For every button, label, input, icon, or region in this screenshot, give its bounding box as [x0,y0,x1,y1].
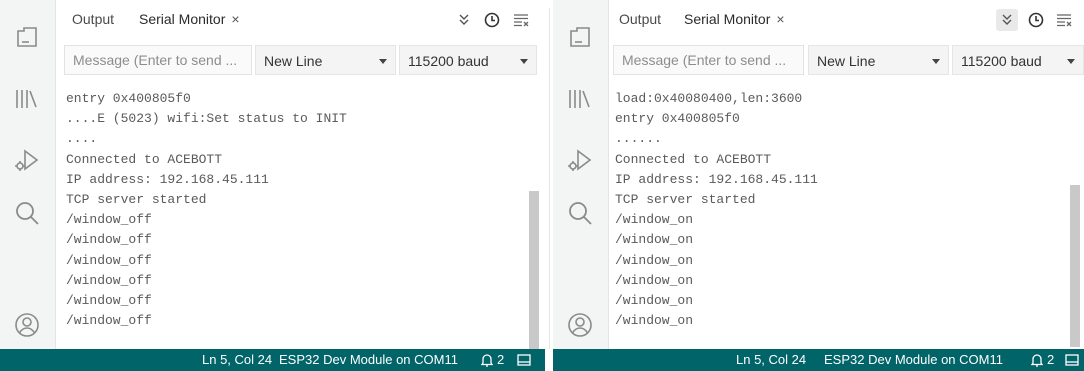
baud-rate-select[interactable]: 115200 baud [952,45,1084,75]
chevron-down-icon [379,59,387,64]
panel-tabbar: Output Serial Monitor × [609,0,1084,38]
log-line: TCP server started [66,191,207,207]
log-line: entry 0x400805f0 [66,91,191,106]
tab-serial-monitor[interactable]: Serial Monitor × [684,11,785,27]
sketchbook-icon[interactable] [12,22,42,52]
log-line: IP address: 192.168.45.111 [66,171,269,187]
clear-output-icon[interactable] [510,9,532,31]
line-ending-select[interactable]: New Line [808,45,949,75]
tab-serial-monitor-label: Serial Monitor [139,11,226,27]
log-line: /window_off [66,292,152,308]
status-bar: Ln 5, Col 24 ESP32 Dev Module on COM11 2 [0,349,545,371]
log-line: Connected to ACEBOTT [66,151,223,167]
log-line: TCP server started [615,191,756,207]
chevron-down-icon [1067,59,1075,64]
log-line: /window_on [615,313,694,329]
tab-output[interactable]: Output [619,11,661,27]
status-bar: Ln 5, Col 24 ESP32 Dev Module on COM11 2 [553,349,1084,371]
log-line: /window_off [66,212,152,228]
serial-log: entry 0x400805f0 ....E (5023) wifi:Set s… [66,89,347,331]
baud-rate-value: 115200 baud [408,53,489,69]
clear-output-icon[interactable] [1053,9,1075,31]
chevron-down-icon [520,59,528,64]
log-line: /window_on [615,232,694,248]
activity-bar [553,0,609,349]
chevron-down-icon [932,59,940,64]
divider-rule [549,8,550,349]
cursor-position[interactable]: Ln 5, Col 24 [736,352,806,367]
line-ending-value: New Line [264,53,323,69]
line-ending-select[interactable]: New Line [255,45,396,75]
search-icon[interactable] [565,198,595,228]
log-line: /window_on [615,292,694,308]
notification-count: 2 [1047,352,1055,367]
log-line: /window_off [66,272,152,288]
library-manager-icon[interactable] [12,84,42,114]
autoscroll-icon[interactable] [453,9,475,31]
log-line: entry 0x400805f0 [615,111,740,127]
window-divider [545,0,553,371]
serial-output: load:0x40080400,len:3600 entry 0x400805f… [609,82,1084,349]
serial-toolbar: New Line 115200 baud [56,42,545,78]
profile-icon[interactable] [565,310,595,340]
log-line: /window_on [615,252,694,268]
log-line: Connected to ACEBOTT [615,151,772,167]
search-icon[interactable] [12,198,42,228]
serial-toolbar: New Line 115200 baud [609,42,1084,78]
tab-serial-monitor-label: Serial Monitor [684,11,771,27]
notifications-icon[interactable] [1029,352,1045,368]
profile-icon[interactable] [12,310,42,340]
log-line: /window_on [615,272,694,288]
log-line: load:0x40080400,len:3600 [615,91,803,106]
line-ending-value: New Line [817,53,876,69]
debug-icon[interactable] [565,146,595,176]
toggle-panel-icon[interactable] [1064,352,1080,368]
close-tab-icon[interactable]: × [231,11,239,27]
message-input[interactable] [64,45,252,75]
serial-monitor-panel-right: Output Serial Monitor × New Line 115200 b… [553,0,1084,371]
log-line: /window_on [615,212,694,228]
autoscroll-icon[interactable] [996,9,1018,31]
baud-rate-value: 115200 baud [961,53,1042,69]
notification-count: 2 [497,352,505,367]
library-manager-icon[interactable] [565,84,595,114]
message-input[interactable] [613,45,804,75]
baud-rate-select[interactable]: 115200 baud [399,45,537,75]
serial-log: load:0x40080400,len:3600 entry 0x400805f… [615,89,818,331]
close-tab-icon[interactable]: × [776,11,784,27]
log-line: /window_off [66,313,152,329]
log-line: .... [66,131,98,147]
toggle-panel-icon[interactable] [516,352,532,368]
scrollbar-thumb[interactable] [529,191,539,349]
serial-monitor-panel-left: Output Serial Monitor × New Line 115200 b… [0,0,545,371]
log-line: IP address: 192.168.45.111 [615,171,818,187]
notifications-icon[interactable] [479,352,495,368]
scrollbar-thumb[interactable] [1070,185,1080,347]
log-line: /window_off [66,232,152,248]
log-line: /window_off [66,252,152,268]
board-port[interactable]: ESP32 Dev Module on COM11 [824,352,1003,367]
timestamp-icon[interactable] [481,9,503,31]
log-line: ...... [615,131,662,147]
tab-output[interactable]: Output [72,11,114,27]
debug-icon[interactable] [12,146,42,176]
tab-serial-monitor[interactable]: Serial Monitor × [139,11,240,27]
board-port[interactable]: ESP32 Dev Module on COM11 [279,352,458,367]
timestamp-icon[interactable] [1025,9,1047,31]
cursor-position[interactable]: Ln 5, Col 24 [202,352,272,367]
serial-output: entry 0x400805f0 ....E (5023) wifi:Set s… [56,82,545,349]
activity-bar [0,0,56,349]
sketchbook-icon[interactable] [565,22,595,52]
panel-tabbar: Output Serial Monitor × [56,0,545,38]
log-line: ....E (5023) wifi:Set status to INIT [66,111,347,127]
